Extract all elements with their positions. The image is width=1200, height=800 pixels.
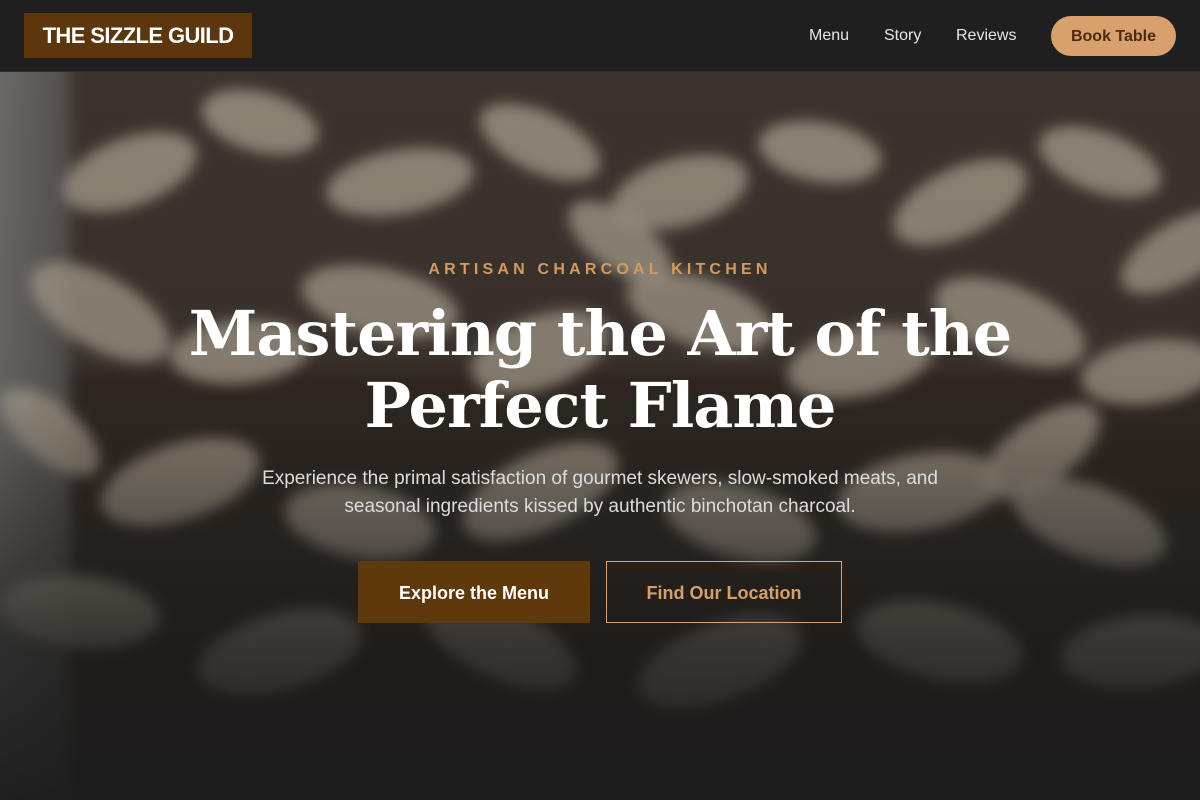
- site-header: THE SIZZLE GUILD Menu Story Reviews Book…: [0, 0, 1200, 72]
- find-location-button[interactable]: Find Our Location: [606, 561, 842, 623]
- hero-eyebrow: ARTISAN CHARCOAL KITCHEN: [428, 261, 772, 278]
- hero-subtext: Experience the primal satisfaction of go…: [200, 465, 1000, 521]
- nav-link-story[interactable]: Story: [884, 25, 921, 47]
- nav-link-menu[interactable]: Menu: [809, 25, 849, 47]
- hero-headline-line-1: Mastering the Art of the: [188, 297, 1013, 370]
- page: THE SIZZLE GUILD Menu Story Reviews Book…: [0, 0, 1200, 800]
- explore-menu-button[interactable]: Explore the Menu: [358, 561, 590, 623]
- book-table-button[interactable]: Book Table: [1051, 16, 1176, 56]
- hero-subtext-line-2: seasonal ingredients kissed by authentic…: [344, 496, 856, 517]
- hero-headline: Mastering the Art of the Perfect Flame: [100, 298, 1100, 442]
- brand-logo[interactable]: THE SIZZLE GUILD: [24, 13, 252, 58]
- hero-subtext-line-1: Experience the primal satisfaction of go…: [262, 468, 938, 489]
- hero-headline-line-2: Perfect Flame: [364, 369, 837, 442]
- hero-section: ARTISAN CHARCOAL KITCHEN Mastering the A…: [0, 72, 1200, 800]
- nav-link-reviews[interactable]: Reviews: [956, 25, 1016, 47]
